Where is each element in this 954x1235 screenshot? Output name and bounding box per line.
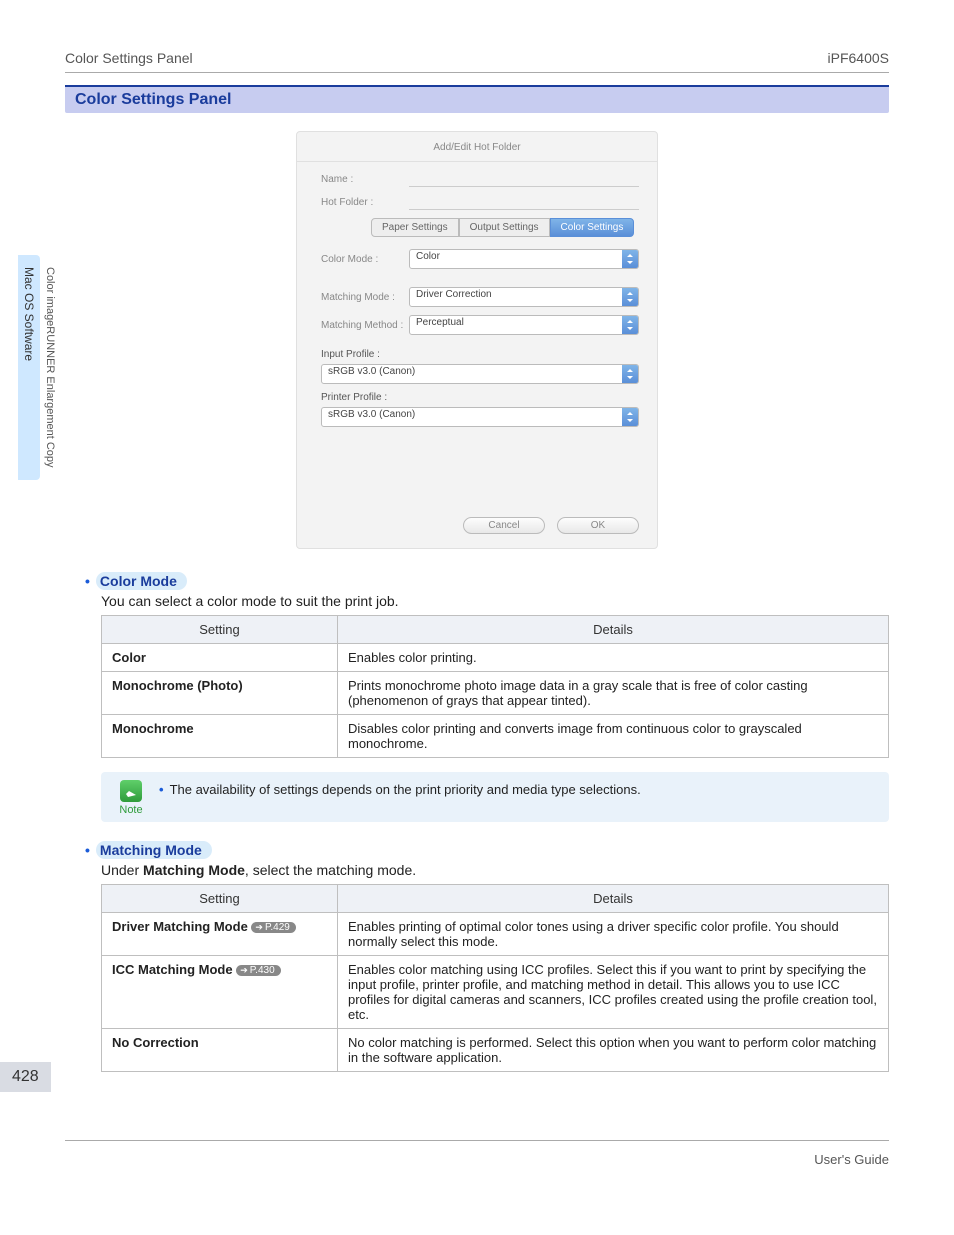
color-mode-desc: You can select a color mode to suit the … [101,593,889,609]
matching-method-select[interactable]: Perceptual [409,315,639,335]
dialog-title: Add/Edit Hot Folder [297,142,657,162]
chevron-updown-icon [622,408,638,426]
page-link[interactable]: P.429 [251,922,295,933]
matching-mode-desc: Under Matching Mode, select the matching… [101,862,889,878]
matching-mode-label: Matching Mode : [321,292,409,303]
tab-output-settings[interactable]: Output Settings [459,218,550,237]
input-profile-select[interactable]: sRGB v3.0 (Canon) [321,364,639,384]
breadcrumb: Color Settings Panel iPF6400S [65,50,889,73]
dialog-hotfolder-field[interactable] [409,195,639,210]
dialog-name-label: Name : [321,174,409,185]
matching-method-label: Matching Method : [321,320,409,331]
side-tab-primary[interactable]: Mac OS Software [18,255,40,480]
footer-divider [65,1140,889,1141]
side-tab-secondary[interactable]: Color imageRUNNER Enlargement Copy [40,255,60,480]
note-icon [120,780,142,802]
dialog-hotfolder-label: Hot Folder : [321,197,409,208]
table-header: Details [338,616,889,644]
table-row: Monochrome (Photo) Prints monochrome pho… [102,672,889,715]
table-header: Setting [102,885,338,913]
color-mode-table: Setting Details Color Enables color prin… [101,615,889,758]
page-title-bar: Color Settings Panel [65,85,889,113]
breadcrumb-left: Color Settings Panel [65,50,193,66]
note-label: Note [115,804,147,816]
table-header: Setting [102,616,338,644]
tab-color-settings[interactable]: Color Settings [550,218,635,237]
table-row: No Correction No color matching is perfo… [102,1029,889,1072]
breadcrumb-right: iPF6400S [828,50,889,66]
dialog-preview: Add/Edit Hot Folder Name : Hot Folder : … [296,131,658,549]
cancel-button[interactable]: Cancel [463,517,545,534]
table-header: Details [338,885,889,913]
table-row: Color Enables color printing. [102,644,889,672]
dialog-name-field[interactable] [409,172,639,187]
page-link[interactable]: P.430 [236,965,280,976]
printer-profile-select[interactable]: sRGB v3.0 (Canon) [321,407,639,427]
matching-mode-heading: •Matching Mode [85,842,889,858]
color-mode-label: Color Mode : [321,254,409,265]
table-row: Driver Matching Mode P.429 Enables print… [102,913,889,956]
dialog-tabs: Paper Settings Output Settings Color Set… [371,218,639,237]
color-mode-select[interactable]: Color [409,249,639,269]
color-mode-heading: •Color Mode [85,573,889,589]
chevron-updown-icon [622,288,638,306]
chevron-updown-icon [622,316,638,334]
input-profile-label: Input Profile : [321,349,639,360]
note-text: •The availability of settings depends on… [159,780,875,797]
page-number: 428 [0,1062,51,1092]
matching-mode-table: Setting Details Driver Matching Mode P.4… [101,884,889,1072]
footer-guide: User's Guide [814,1152,889,1167]
page-title: Color Settings Panel [75,91,231,108]
chevron-updown-icon [622,365,638,383]
table-row: Monochrome Disables color printing and c… [102,715,889,758]
table-row: ICC Matching Mode P.430 Enables color ma… [102,956,889,1029]
chevron-updown-icon [622,250,638,268]
ok-button[interactable]: OK [557,517,639,534]
tab-paper-settings[interactable]: Paper Settings [371,218,459,237]
note-box: Note •The availability of settings depen… [101,772,889,822]
matching-mode-select[interactable]: Driver Correction [409,287,639,307]
printer-profile-label: Printer Profile : [321,392,639,403]
